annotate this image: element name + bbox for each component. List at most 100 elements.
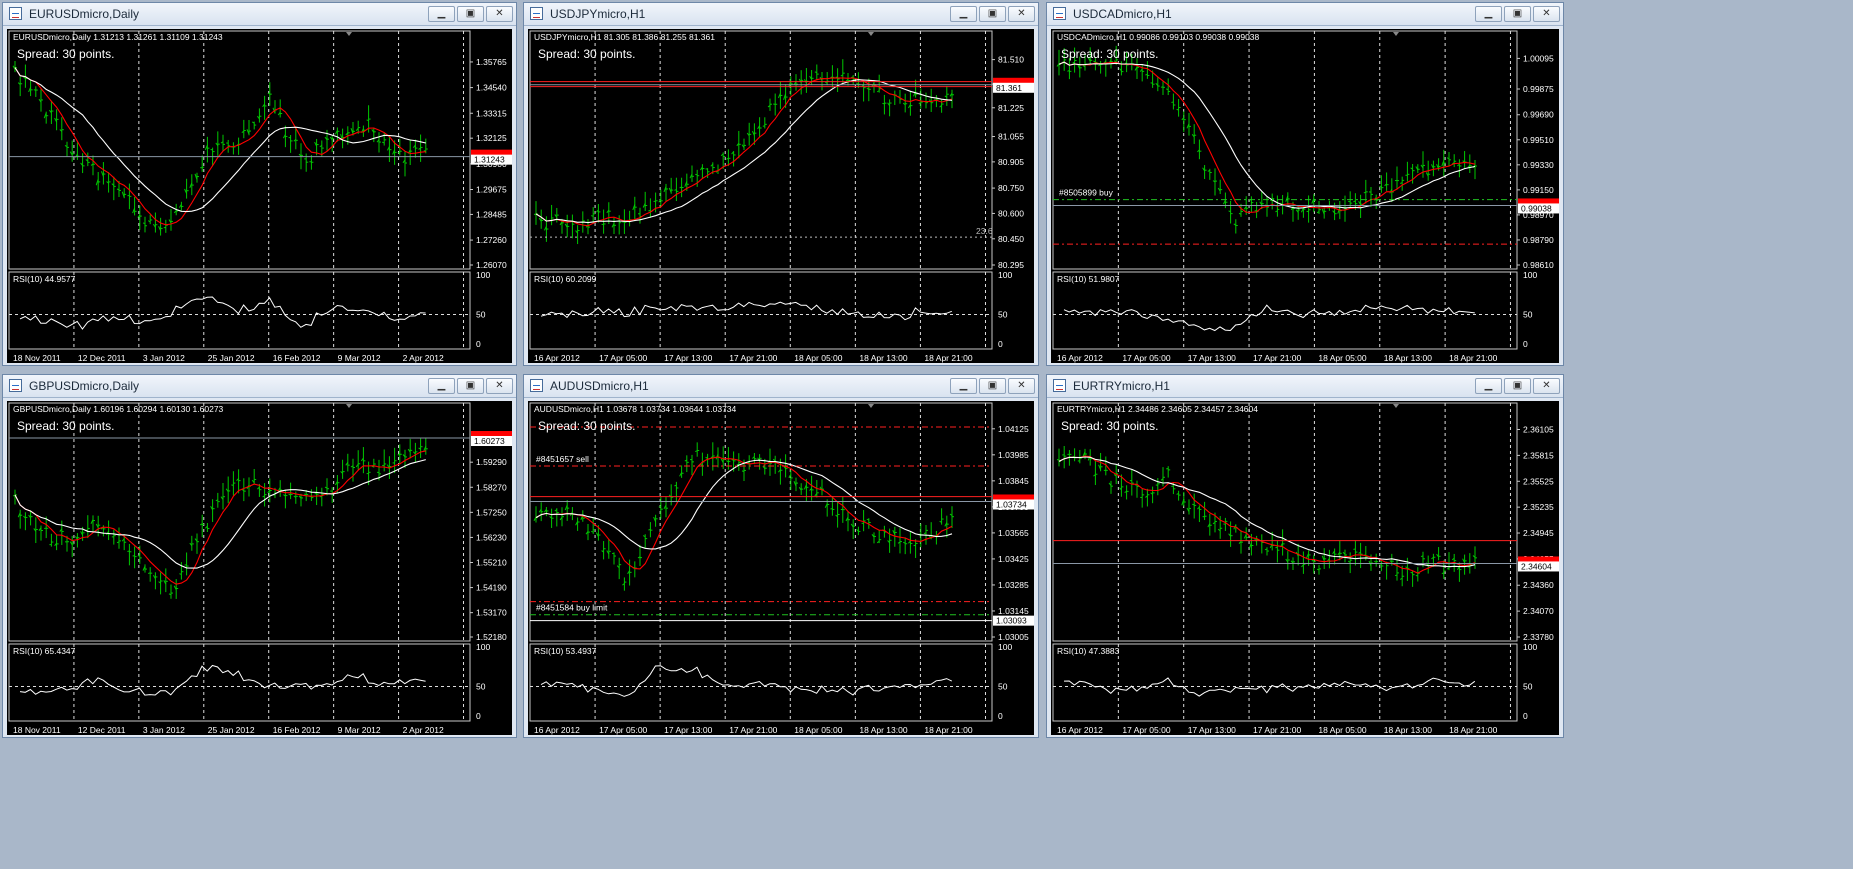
chart-area[interactable]: 1.00095 0.99875 0.99690 0.99510 0.99330 0.991… — [1051, 29, 1559, 363]
time-axis-label: 3 Jan 2012 — [143, 725, 185, 735]
price-tick-label: 1.59290 — [476, 457, 507, 467]
rsi-line — [1063, 304, 1475, 332]
restore-icon: ▣ — [987, 8, 998, 19]
rsi-level-label: 100 — [476, 270, 490, 280]
minimize-button[interactable]: ▁ — [428, 378, 455, 394]
restore-button[interactable]: ▣ — [457, 378, 484, 394]
close-button[interactable]: ✕ — [1533, 6, 1560, 22]
close-icon: ✕ — [1017, 8, 1026, 19]
price-tick-label: 0.99510 — [1523, 135, 1554, 145]
price-tick-label: 80.295 — [998, 260, 1024, 270]
window-title: USDJPYmicro,H1 — [550, 7, 646, 21]
window-titlebar[interactable]: EURTRYmicro,H1 ▁ ▣ ✕ — [1047, 375, 1563, 398]
time-axis-label: 18 Apr 13:00 — [859, 725, 907, 735]
chart-window-icon — [530, 379, 543, 392]
rsi-indicator-label: RSI(10) 60.2099 — [534, 274, 597, 284]
price-tick-label: 1.03285 — [998, 580, 1029, 590]
close-button[interactable]: ✕ — [486, 378, 513, 394]
time-axis-label: 2 Apr 2012 — [403, 353, 444, 363]
restore-button[interactable]: ▣ — [457, 6, 484, 22]
fast-moving-average — [14, 67, 426, 226]
rsi-level-label: 50 — [476, 310, 486, 320]
minimize-button[interactable]: ▁ — [1475, 6, 1502, 22]
chart-window-audusd[interactable]: AUDUSDmicro,H1 ▁ ▣ ✕ 1.04125 1.03985 1.03845 1.… — [523, 374, 1039, 738]
price-tick-label: 1.28485 — [476, 209, 507, 219]
chart-area[interactable]: 2.36105 2.35815 2.35525 2.35235 2.34945 2.346… — [1051, 401, 1559, 735]
current-price-label: 2.34604 — [1521, 561, 1552, 571]
minimize-button[interactable]: ▁ — [950, 378, 977, 394]
fast-moving-average — [1058, 61, 1476, 213]
restore-icon: ▣ — [465, 380, 476, 391]
chart-window-gbpusd[interactable]: GBPUSDmicro,Daily ▁ ▣ ✕ 1.59290 1.58270 1.5725… — [2, 374, 517, 738]
current-price-label: 1.03734 — [996, 499, 1027, 509]
chart-shift-marker[interactable] — [346, 404, 352, 408]
price-tick-label: 1.53170 — [476, 608, 507, 618]
spread-label: Spread: 30 points. — [17, 419, 114, 433]
restore-button[interactable]: ▣ — [1504, 378, 1531, 394]
window-title: EURUSDmicro,Daily — [29, 7, 140, 21]
chart-window-usdcad[interactable]: USDCADmicro,H1 ▁ ▣ ✕ 1.00095 0.99875 0.99690 0.… — [1046, 2, 1564, 366]
price-bars — [12, 60, 428, 236]
price-chart-svg[interactable]: 1.00095 0.99875 0.99690 0.99510 0.99330 0.991… — [1051, 29, 1561, 365]
chart-area[interactable]: 1.59290 1.58270 1.57250 1.56230 1.55210 1.541… — [7, 401, 512, 735]
minimize-button[interactable]: ▁ — [428, 6, 455, 22]
window-titlebar[interactable]: GBPUSDmicro,Daily ▁ ▣ ✕ — [3, 375, 516, 398]
price-tick-label: 1.03425 — [998, 554, 1029, 564]
price-tick-label: 1.34540 — [476, 83, 507, 93]
chart-header-ohlc: USDJPYmicro,H1 81.305 81.386 81.255 81.3… — [534, 32, 715, 42]
chart-header-ohlc: AUDUSDmicro,H1 1.03678 1.03734 1.03644 1… — [534, 404, 737, 414]
minimize-button[interactable]: ▁ — [1475, 378, 1502, 394]
chart-area[interactable]: 1.041251.039851.038451.037051.035651.034… — [528, 401, 1034, 735]
chart-shift-marker[interactable] — [346, 32, 352, 36]
time-axis-label: 18 Apr 21:00 — [1449, 353, 1497, 363]
price-chart-svg[interactable]: 1.041251.039851.038451.037051.035651.034… — [528, 401, 1036, 737]
price-bars — [1056, 445, 1477, 587]
restore-button[interactable]: ▣ — [979, 378, 1006, 394]
spread-label: Spread: 30 points. — [538, 419, 635, 433]
chart-shift-marker[interactable] — [868, 404, 874, 408]
rsi-level-label: 50 — [998, 310, 1008, 320]
window-titlebar[interactable]: EURUSDmicro,Daily ▁ ▣ ✕ — [3, 3, 516, 26]
chart-window-eurtry[interactable]: EURTRYmicro,H1 ▁ ▣ ✕ 2.36105 2.35815 2.35525 2.… — [1046, 374, 1564, 738]
time-axis-label: 18 Apr 13:00 — [1384, 725, 1432, 735]
current-price-label: 1.60273 — [474, 436, 505, 446]
window-title: AUDUSDmicro,H1 — [550, 379, 649, 393]
price-chart-svg[interactable]: 81.51081.36581.22581.05580.90580.75080.6… — [528, 29, 1036, 365]
window-titlebar[interactable]: USDJPYmicro,H1 ▁ ▣ ✕ — [524, 3, 1038, 26]
restore-button[interactable]: ▣ — [1504, 6, 1531, 22]
minimize-icon: ▁ — [1484, 380, 1493, 391]
price-tick-label: 80.750 — [998, 183, 1024, 193]
rsi-level-label: 0 — [1523, 711, 1528, 721]
chart-shift-marker[interactable] — [1393, 404, 1399, 408]
close-button[interactable]: ✕ — [1008, 6, 1035, 22]
close-button[interactable]: ✕ — [1008, 378, 1035, 394]
restore-icon: ▣ — [465, 8, 476, 19]
close-button[interactable]: ✕ — [1533, 378, 1560, 394]
chart-window-usdjpy[interactable]: USDJPYmicro,H1 ▁ ▣ ✕ 81.51081.36581.22581.05… — [523, 2, 1039, 366]
price-tick-label: 1.03985 — [998, 450, 1029, 460]
chart-area[interactable]: 1.357651.345401.333151.321251.309001.296… — [7, 29, 512, 363]
chart-shift-marker[interactable] — [868, 32, 874, 36]
price-tick-label: 0.99330 — [1523, 160, 1554, 170]
time-axis-label: 18 Apr 21:00 — [924, 725, 972, 735]
close-icon: ✕ — [1542, 8, 1551, 19]
price-chart-svg[interactable]: 2.36105 2.35815 2.35525 2.35235 2.34945 2.346… — [1051, 401, 1561, 737]
price-chart-svg[interactable]: 1.59290 1.58270 1.57250 1.56230 1.55210 1.541… — [7, 401, 514, 737]
window-titlebar[interactable]: USDCADmicro,H1 ▁ ▣ ✕ — [1047, 3, 1563, 26]
window-titlebar[interactable]: AUDUSDmicro,H1 ▁ ▣ ✕ — [524, 375, 1038, 398]
close-button[interactable]: ✕ — [486, 6, 513, 22]
chart-shift-marker[interactable] — [1393, 32, 1399, 36]
minimize-button[interactable]: ▁ — [950, 6, 977, 22]
chart-area[interactable]: 81.51081.36581.22581.05580.90580.75080.6… — [528, 29, 1034, 363]
chart-header-ohlc: USDCADmicro,H1 0.99086 0.99103 0.99038 0… — [1057, 32, 1260, 42]
rsi-level-label: 50 — [1523, 682, 1533, 692]
chart-window-eurusd[interactable]: EURUSDmicro,Daily ▁ ▣ ✕ 1.35765 1.34540 1.3331… — [2, 2, 517, 366]
time-axis-label: 18 Apr 05:00 — [1318, 353, 1366, 363]
price-tick-label: 1.27260 — [476, 235, 507, 245]
rsi-level-label: 100 — [998, 642, 1012, 652]
time-axis-label: 18 Apr 13:00 — [1384, 353, 1432, 363]
current-price-label: 81.361 — [996, 83, 1022, 93]
restore-button[interactable]: ▣ — [979, 6, 1006, 22]
price-chart-svg[interactable]: 1.357651.345401.333151.321251.309001.296… — [7, 29, 514, 365]
minimize-icon: ▁ — [959, 380, 968, 391]
